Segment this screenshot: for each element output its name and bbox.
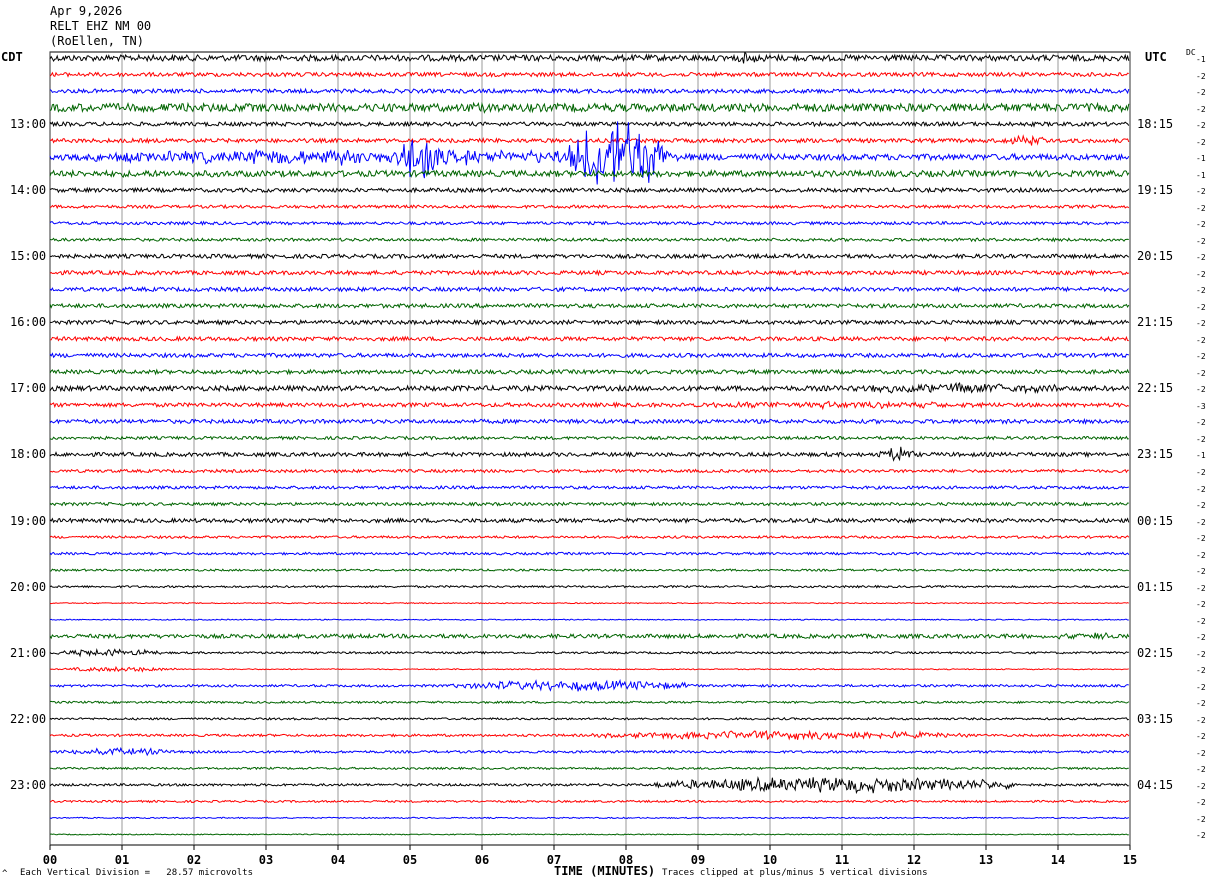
trace-line-27: [49, 501, 1129, 507]
trace-line-15: [49, 302, 1130, 310]
trace-line-47: [49, 833, 1129, 836]
trace-line-32: [49, 584, 1130, 589]
trace-line-41: [49, 729, 1130, 741]
trace-line-38: [49, 678, 1129, 692]
corner-mark: ^: [2, 869, 8, 879]
trace-line-28: [49, 517, 1130, 525]
trace-line-34: [49, 618, 1129, 621]
trace-line-4: [49, 120, 1130, 128]
trace-line-17: [49, 335, 1129, 343]
seismogram-plot: [49, 51, 1131, 850]
trace-line-37: [49, 665, 1129, 673]
trace-line-42: [49, 746, 1130, 757]
trace-line-9: [49, 203, 1130, 210]
trace-line-19: [49, 368, 1130, 376]
trace-line-39: [49, 700, 1130, 705]
trace-line-2: [49, 87, 1130, 95]
trace-line-40: [49, 716, 1129, 721]
trace-line-45: [49, 799, 1130, 804]
trace-line-18: [49, 351, 1129, 359]
trace-line-14: [49, 285, 1130, 293]
trace-line-16: [49, 318, 1130, 326]
trace-line-25: [49, 468, 1129, 474]
trace-line-23: [49, 435, 1129, 441]
trace-line-44: [49, 776, 1129, 795]
trace-line-1: [49, 70, 1129, 78]
trace-line-22: [49, 417, 1130, 426]
trace-line-21: [49, 400, 1130, 411]
trace-line-29: [49, 534, 1130, 540]
trace-line-5: [49, 134, 1130, 146]
trace-line-24: [49, 446, 1130, 462]
trace-line-3: [49, 101, 1130, 114]
trace-line-46: [49, 816, 1130, 820]
trace-line-20: [49, 381, 1130, 395]
trace-line-8: [49, 186, 1130, 194]
trace-line-43: [49, 766, 1129, 771]
trace-line-26: [49, 484, 1129, 491]
x-axis-title: TIME (MINUTES): [554, 864, 656, 878]
trace-line-36: [49, 648, 1129, 658]
trace-line-13: [49, 269, 1129, 277]
trace-line-33: [49, 602, 1129, 605]
trace-line-30: [49, 551, 1130, 556]
trace-line-10: [49, 220, 1129, 227]
scale-note: Each Vertical Division = 28.57 microvolt…: [20, 868, 253, 878]
clip-note: Traces clipped at plus/minus 5 vertical …: [662, 868, 928, 878]
trace-line-12: [49, 252, 1130, 260]
trace-line-35: [49, 632, 1130, 641]
trace-line-31: [49, 568, 1130, 572]
trace-line-0: [49, 51, 1130, 64]
trace-line-11: [49, 237, 1129, 243]
